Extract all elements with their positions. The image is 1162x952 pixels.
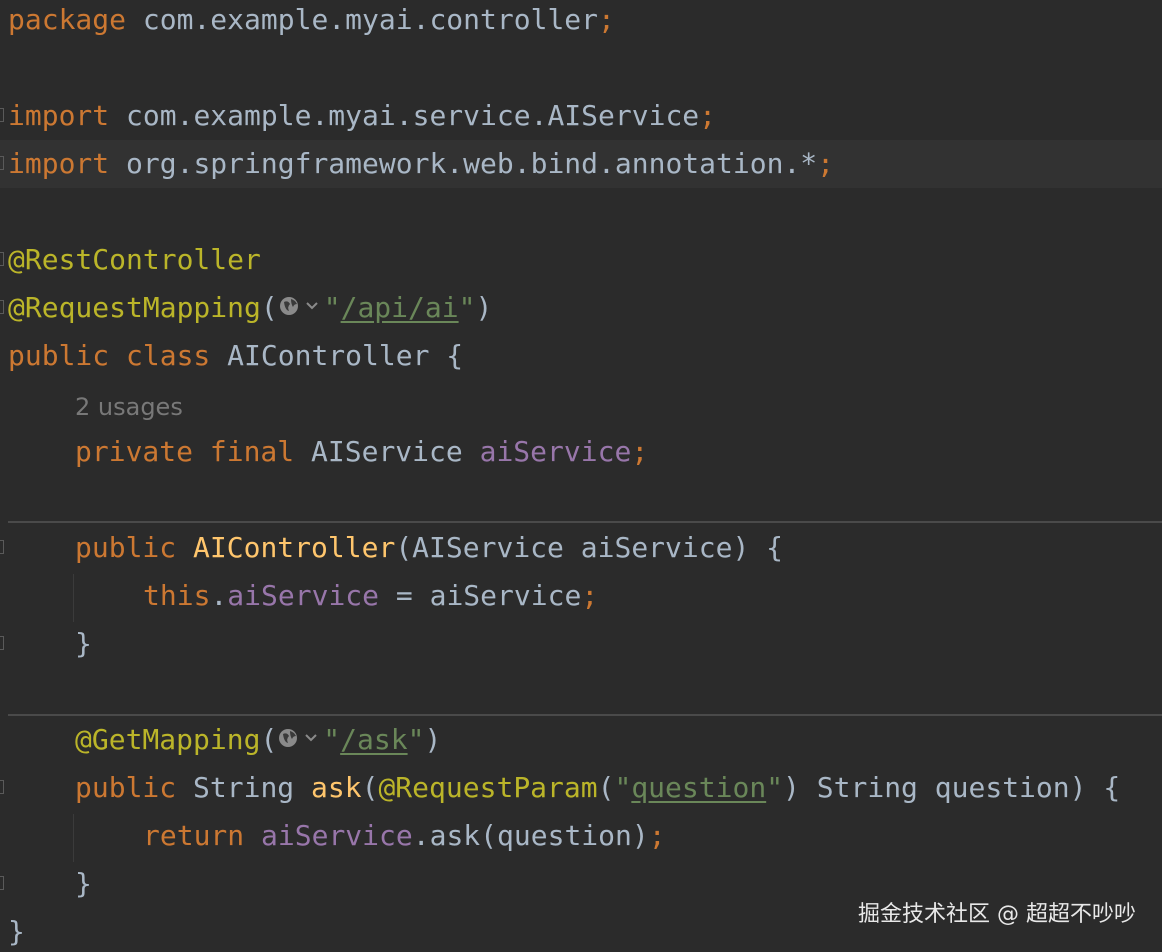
param-name-question[interactable]: question: [631, 771, 766, 804]
package-name: com.example.myai.controller: [126, 3, 599, 36]
chevron-down-icon: [306, 302, 318, 310]
quote: ": [323, 291, 341, 324]
field-type: AIService: [294, 435, 480, 468]
method-separator: [8, 521, 1162, 523]
fold-marker[interactable]: [0, 300, 4, 314]
method-params: ) String question) {: [783, 771, 1121, 804]
code-line-close-brace[interactable]: }: [75, 620, 92, 668]
open-paren: (: [260, 723, 278, 756]
indent-guide: [73, 574, 74, 622]
fold-marker[interactable]: [0, 780, 4, 794]
code-line-request-mapping[interactable]: @RequestMapping( "/api/ai"): [8, 284, 492, 332]
endpoint-inlay-button[interactable]: [277, 724, 323, 752]
keyword-public-class: public class: [8, 339, 211, 372]
watermark: 掘金技术社区 @ 超超不吵吵: [858, 902, 1136, 927]
import-path: org.springframework.web.bind.annotation.…: [109, 147, 818, 180]
usages-hint[interactable]: 2 usages: [75, 382, 183, 430]
return-type: String: [176, 771, 312, 804]
semicolon: ;: [817, 147, 835, 180]
close-brace: }: [75, 627, 92, 660]
fold-marker[interactable]: [0, 636, 4, 650]
code-line-class-decl[interactable]: public class AIController {: [8, 332, 463, 380]
code-line-ask-method[interactable]: public String ask(@RequestParam("questio…: [75, 764, 1120, 812]
dot: .: [210, 579, 228, 612]
globe-icon: [279, 729, 298, 747]
fold-marker[interactable]: [0, 876, 4, 890]
fold-marker[interactable]: [0, 108, 4, 122]
keyword-package: package: [8, 3, 127, 36]
keyword-public: public: [75, 531, 177, 564]
code-line-rest-controller[interactable]: @RestController: [8, 236, 261, 284]
indent-guide: [73, 814, 74, 862]
fold-marker[interactable]: [0, 540, 4, 554]
chevron-down-icon: [305, 734, 318, 742]
annotation-rest-controller: @RestController: [8, 243, 261, 276]
fold-marker[interactable]: [0, 156, 4, 170]
class-name: AIController {: [210, 339, 464, 372]
url-api-ai[interactable]: /api/ai: [341, 291, 459, 324]
close-brace: }: [8, 915, 25, 948]
field-ai-service: aiService: [479, 435, 632, 468]
semicolon: ;: [648, 819, 666, 852]
close-paren: ): [475, 291, 493, 324]
code-line-class-close-brace[interactable]: }: [8, 908, 25, 952]
annotation-request-mapping: @RequestMapping: [8, 291, 261, 324]
endpoint-inlay-button[interactable]: [278, 292, 324, 320]
keyword-public: public: [75, 771, 177, 804]
code-line-return[interactable]: return aiService.ask(question);: [143, 812, 666, 860]
quote: ": [323, 723, 341, 756]
assignment-rhs: = aiService: [379, 579, 582, 612]
code-line-get-mapping[interactable]: @GetMapping( "/ask"): [75, 716, 441, 764]
close-brace: }: [75, 867, 92, 900]
field-ai-service: aiService: [227, 579, 380, 612]
close-paren: ): [424, 723, 442, 756]
semicolon: ;: [581, 579, 599, 612]
constructor-name: AIController: [176, 531, 396, 564]
code-line-close-brace[interactable]: }: [75, 860, 92, 908]
open-paren: (: [597, 771, 615, 804]
quote: ": [407, 723, 425, 756]
keyword-this: this: [143, 579, 211, 612]
import-path: com.example.myai.service.AIService: [109, 99, 700, 132]
fold-marker[interactable]: [0, 252, 4, 266]
code-line-import-annotation[interactable]: import org.springframework.web.bind.anno…: [8, 140, 834, 188]
quote: ": [614, 771, 632, 804]
method-call: .ask(question): [412, 819, 649, 852]
code-line-assignment[interactable]: this.aiService = aiService;: [143, 572, 598, 620]
quote: ": [458, 291, 476, 324]
field-ai-service: aiService: [244, 819, 413, 852]
code-line-field[interactable]: private final AIService aiService;: [75, 428, 648, 476]
keyword-import: import: [8, 147, 110, 180]
code-line-import-aiservice[interactable]: import com.example.myai.service.AIServic…: [8, 92, 716, 140]
annotation-request-param: @RequestParam: [378, 771, 598, 804]
semicolon: ;: [631, 435, 649, 468]
quote: ": [766, 771, 784, 804]
keyword-return: return: [143, 819, 245, 852]
globe-icon: [279, 297, 298, 315]
semicolon: ;: [699, 99, 717, 132]
code-line-constructor[interactable]: public AIController(AIService aiService)…: [75, 524, 783, 572]
method-name-ask: ask: [311, 771, 362, 804]
usages-hint-text[interactable]: 2 usages: [75, 393, 183, 421]
keyword-import: import: [8, 99, 110, 132]
annotation-get-mapping: @GetMapping: [75, 723, 261, 756]
keyword-private-final: private final: [75, 435, 295, 468]
constructor-params: (AIService aiService) {: [395, 531, 784, 564]
url-ask[interactable]: /ask: [340, 723, 407, 756]
semicolon: ;: [598, 3, 615, 36]
open-paren: (: [260, 291, 278, 324]
code-line-package[interactable]: package com.example.myai.controller;: [8, 0, 615, 44]
open-paren: (: [361, 771, 379, 804]
